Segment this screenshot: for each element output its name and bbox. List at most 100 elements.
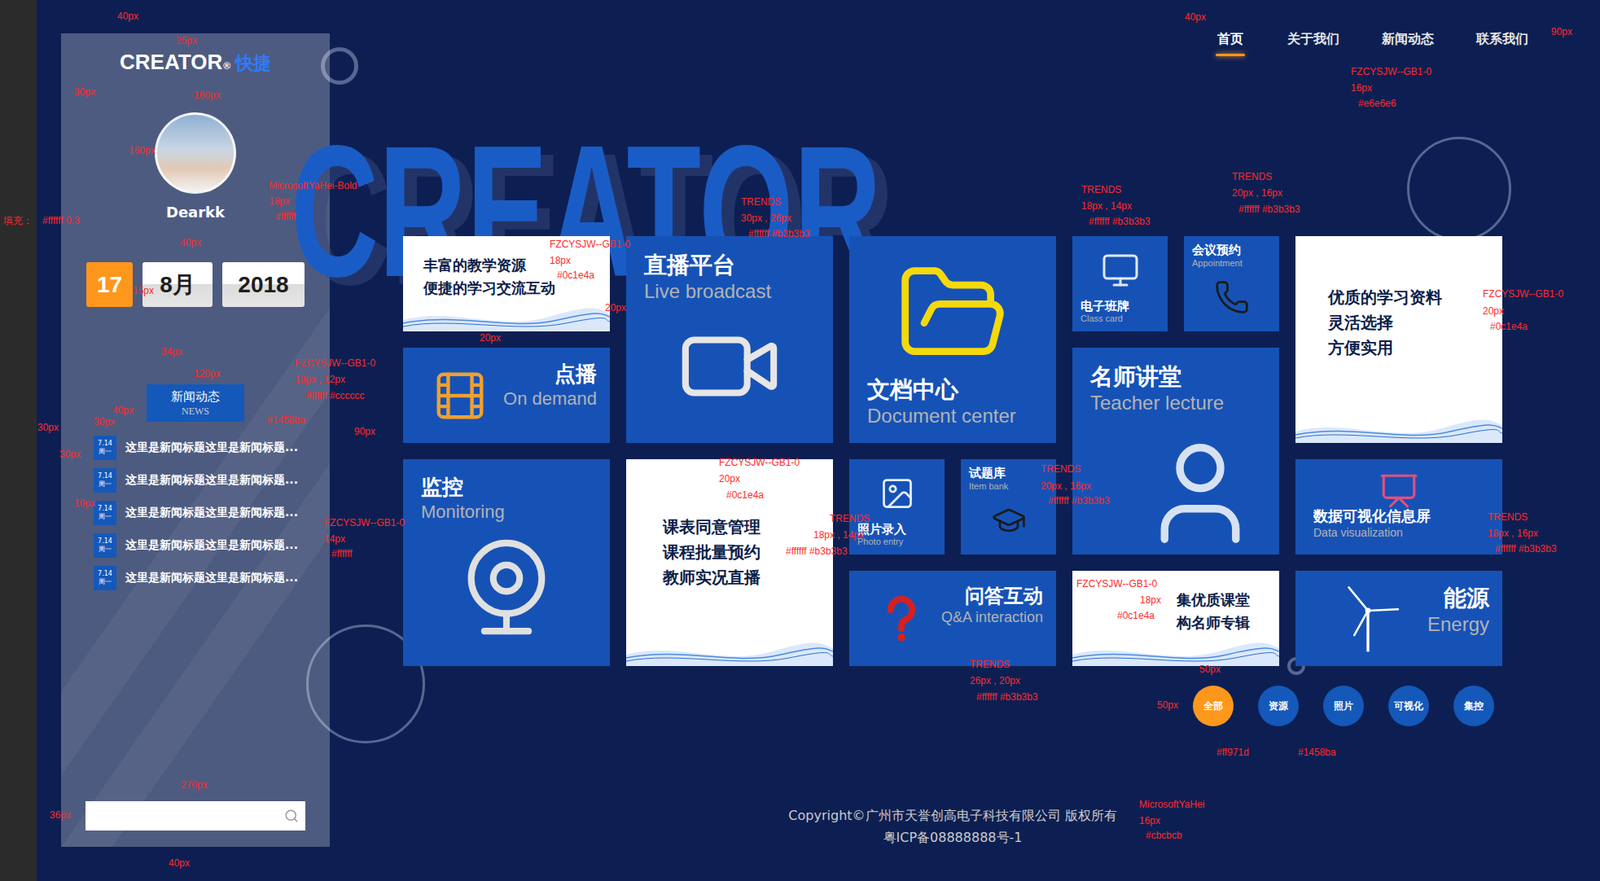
nav-item[interactable]: 首页	[1215, 30, 1245, 59]
tile-caption: 会议预约Appointment	[1192, 242, 1272, 270]
news-item[interactable]: 7.14周一这里是新闻标题这里是新闻标题...	[93, 565, 320, 591]
annotation-label: #ffffff #b3b3b3	[1494, 543, 1557, 555]
telephone-icon	[1214, 279, 1250, 316]
promo-tile[interactable]: 丰富的教学资源便捷的学习交流互动	[403, 236, 610, 332]
nav-underline	[1215, 53, 1245, 57]
module-tile[interactable]: 数据可视化信息屏Data visualization	[1295, 459, 1503, 555]
module-tile[interactable]: 会议预约Appointment	[1183, 236, 1280, 332]
news-title: 这里是新闻标题这里是新闻标题...	[125, 570, 299, 586]
news-title: 这里是新闻标题这里是新闻标题...	[125, 505, 299, 521]
module-tile[interactable]: 直播平台Live broadcast	[626, 236, 833, 443]
annotation-label: 18px , 14px	[1081, 200, 1132, 212]
promo-line: 方便实用	[1328, 335, 1394, 361]
date-day: 17	[86, 262, 133, 307]
tile-caption: 问答互动Q&A interaction	[941, 583, 1044, 654]
annotation-label: MicrosoftYaHei	[1139, 798, 1205, 811]
module-tile[interactable]: 文档中心Document center	[849, 236, 1057, 443]
filter-button[interactable]: 集控	[1453, 685, 1495, 727]
promo-line: 灵活选择	[1328, 310, 1394, 336]
annotation-label: 40px	[117, 10, 139, 22]
promo-tile[interactable]: 集优质课堂构名师专辑	[1072, 570, 1280, 667]
logo[interactable]: CREATOR®快捷	[119, 49, 272, 75]
question-icon	[876, 594, 926, 644]
wave-decoration	[626, 638, 833, 667]
news-item[interactable]: 7.14周一这里是新闻标题这里是新闻标题...	[93, 500, 320, 526]
module-tile[interactable]: 电子班牌Class card	[1072, 236, 1168, 332]
tile-caption: 数据可视化信息屏Data visualization	[1313, 507, 1485, 540]
module-tile[interactable]: 点播On demand	[403, 347, 610, 443]
news-date-badge: 7.14周一	[93, 435, 117, 461]
module-tile[interactable]: 能源Energy	[1295, 570, 1503, 667]
screen-icon	[1378, 470, 1420, 512]
annotation-label: TRENDS	[1081, 184, 1122, 196]
sidebar: CREATOR®快捷Dearkk178月2018新闻动态NEWS7.14周一这里…	[61, 33, 330, 847]
left-strip	[0, 0, 37, 881]
annotation-label: 20px	[479, 332, 501, 344]
module-tile[interactable]: 监控Monitoring	[403, 459, 610, 667]
wave-decoration	[1072, 638, 1280, 667]
news-title: 这里是新闻标题这里是新闻标题...	[125, 538, 299, 553]
annotation-label: #e6e6e6	[1358, 97, 1397, 110]
folder-icon	[895, 256, 1010, 371]
news-item[interactable]: 7.14周一这里是新闻标题这里是新闻标题...	[93, 435, 320, 461]
nav-item[interactable]: 关于我们	[1287, 30, 1340, 59]
module-tile[interactable]: 名师讲堂Teacher lecture	[1072, 347, 1280, 555]
annotation-label: 90px	[354, 425, 376, 438]
film-reel-icon	[431, 367, 489, 425]
tile-caption: 照片录入Photo entry	[857, 521, 937, 549]
photo-icon	[879, 475, 916, 512]
search-icon[interactable]	[284, 808, 299, 824]
search-input[interactable]	[93, 808, 285, 824]
filter-button[interactable]: 可视化	[1388, 685, 1430, 727]
footer: Copyright©广州市天誉创高电子科技有限公司 版权所有粤ICP备08888…	[403, 804, 1503, 849]
nav-item[interactable]: 联系我们	[1476, 30, 1529, 59]
tile-caption: 监控Monitoring	[420, 473, 592, 523]
monitor-icon	[1100, 250, 1140, 290]
content: CREATOR丰富的教学资源便捷的学习交流互动直播平台Live broadcas…	[403, 236, 1503, 849]
module-tile[interactable]: 试题库Item bank	[960, 459, 1057, 555]
annotation-label: #ffffff #b3b3b3	[1238, 203, 1301, 215]
annotation-label: 26px , 20px	[969, 675, 1021, 687]
news-date-badge: 7.14周一	[93, 565, 117, 591]
promo-line: 集优质课堂	[1176, 588, 1250, 612]
wave-decoration	[403, 303, 610, 332]
footer-line: Copyright©广州市天誉创高电子科技有限公司 版权所有	[788, 804, 1117, 827]
promo-line: 丰富的教学资源	[423, 254, 527, 277]
module-tile[interactable]: 问答互动Q&A interaction	[849, 570, 1057, 667]
graduation-cap-icon	[990, 502, 1027, 539]
module-tile[interactable]: 照片录入Photo entry	[849, 459, 945, 555]
promo-line: 教师实况直播	[662, 565, 761, 591]
wave-decoration	[1295, 415, 1503, 443]
annotation-label: 40px	[168, 857, 190, 869]
search-box	[85, 801, 306, 831]
tile-caption: 能源Energy	[1427, 583, 1490, 654]
tile-caption: 直播平台Live broadcast	[644, 250, 816, 304]
annotation-label: 16px	[1350, 82, 1373, 94]
nav-item[interactable]: 新闻动态	[1381, 30, 1434, 59]
news-item[interactable]: 7.14周一这里是新闻标题这里是新闻标题...	[93, 533, 320, 558]
promo-tile[interactable]: 优质的学习资料灵活选择方便实用	[1295, 236, 1503, 443]
filter-bar: 全部资源照片可视化集控	[403, 685, 1503, 727]
news-date-badge: 7.14周一	[93, 500, 117, 526]
annotation-label: #cbcbcb	[1145, 829, 1183, 842]
promo-line: 课表同意管理	[662, 514, 761, 540]
news-list: 7.14周一这里是新闻标题这里是新闻标题...7.14周一这里是新闻标题这里是新…	[61, 435, 330, 591]
avatar[interactable]	[154, 112, 237, 194]
annotation-label: FZCYSJW--GB1-0	[1350, 65, 1432, 78]
annotation-label: FZCYSJW--GB1-0	[324, 517, 405, 529]
filter-button[interactable]: 全部	[1192, 685, 1234, 727]
video-camera-icon	[676, 313, 783, 420]
news-title: 这里是新闻标题这里是新闻标题...	[125, 473, 299, 488]
news-tag[interactable]: 新闻动态NEWS	[146, 384, 245, 422]
promo-line: 优质的学习资料	[1328, 284, 1443, 311]
filter-button[interactable]: 照片	[1323, 685, 1364, 727]
promo-tile[interactable]: 课表同意管理课程批量预约教师实况直播	[626, 459, 833, 667]
annotation-label: #ff971d	[1216, 746, 1250, 759]
decor-ring	[1407, 136, 1512, 242]
annotation-label: #ffffff	[331, 547, 353, 560]
annotation-label: 50px	[1157, 699, 1179, 711]
filter-button[interactable]: 资源	[1258, 685, 1299, 727]
tile-caption: 电子班牌Class card	[1080, 298, 1160, 326]
news-item[interactable]: 7.14周一这里是新闻标题这里是新闻标题...	[93, 468, 320, 493]
annotation-label: 填充：	[3, 214, 33, 228]
